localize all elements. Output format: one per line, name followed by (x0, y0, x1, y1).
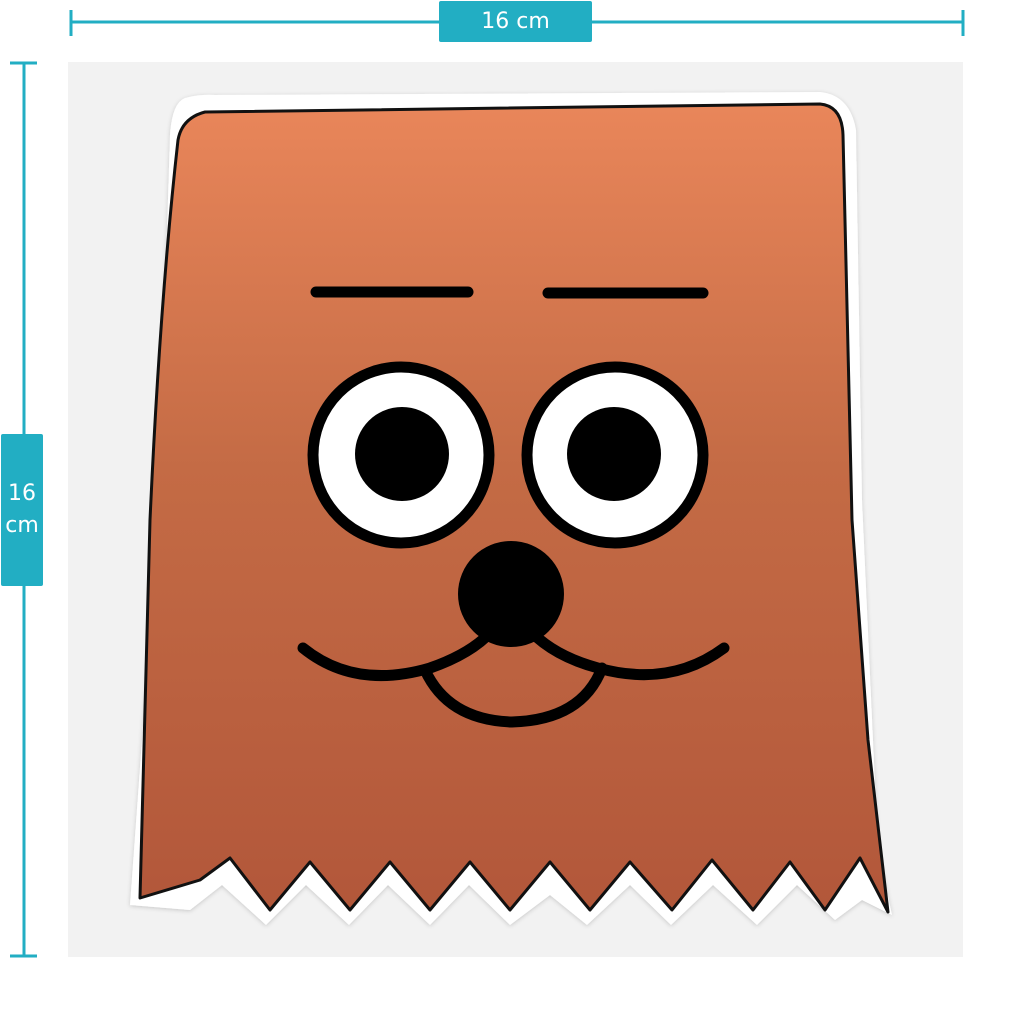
width-value: 16 (481, 9, 510, 34)
right-eye (521, 361, 709, 549)
right-pupil (567, 407, 661, 501)
nose (458, 541, 564, 647)
height-value: 16 (8, 481, 36, 506)
height-label: 16 cm (1, 434, 43, 586)
height-unit: cm (5, 513, 39, 538)
width-unit: cm (516, 9, 550, 34)
width-label: 16 cm (439, 1, 592, 42)
left-pupil (355, 407, 449, 501)
product-canvas (10, 10, 965, 958)
left-eye (307, 361, 495, 549)
paper-bag-body (138, 102, 890, 914)
